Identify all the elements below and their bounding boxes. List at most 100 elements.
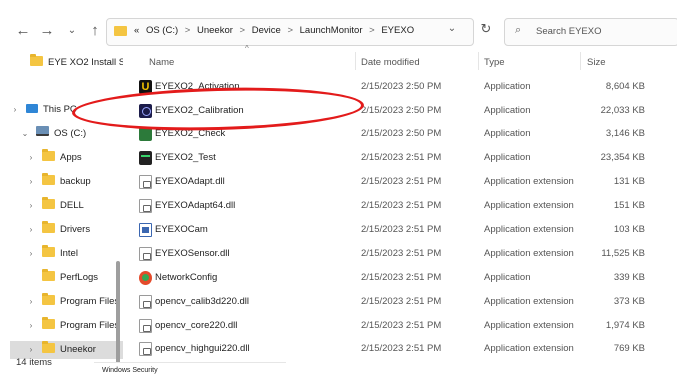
file-row[interactable]: EYEXOSensor.dll 2/15/2023 2:51 PM Applic… <box>123 243 677 266</box>
column-header-date[interactable]: Date modified <box>361 57 420 68</box>
file-row[interactable]: opencv_core220.dll 2/15/2023 2:51 PM App… <box>123 315 677 338</box>
file-date: 2/15/2023 2:51 PM <box>361 176 442 187</box>
column-header-type[interactable]: Type <box>484 57 505 68</box>
file-date: 2/15/2023 2:51 PM <box>361 343 442 354</box>
taskbar-label[interactable]: Windows Security <box>102 367 158 374</box>
file-date: 2/15/2023 2:50 PM <box>361 128 442 139</box>
nav-item-label: Program Files <box>60 296 120 307</box>
breadcrumb-separator: > <box>239 25 246 36</box>
file-date: 2/15/2023 2:50 PM <box>361 105 442 116</box>
file-size: 103 KB <box>613 224 645 235</box>
file-row[interactable]: opencv_highgui220.dll 2/15/2023 2:51 PM … <box>123 338 677 361</box>
folder-icon <box>42 173 55 185</box>
file-name: EYEXO2_Test <box>155 152 216 163</box>
dll-file-icon <box>139 199 152 213</box>
breadcrumb-os-c[interactable]: OS (C:) <box>146 25 178 36</box>
chevron-right-icon[interactable]: › <box>26 173 36 191</box>
chevron-right-icon[interactable]: › <box>26 197 36 215</box>
column-header-size[interactable]: Size <box>587 57 605 68</box>
nav-item-perflogs[interactable]: PerfLogs <box>42 269 98 287</box>
breadcrumb-separator: > <box>184 25 191 36</box>
folder-icon <box>42 317 55 329</box>
nav-item-backup[interactable]: › backup <box>26 173 91 191</box>
file-date: 2/15/2023 2:51 PM <box>361 248 442 259</box>
address-bar[interactable]: « OS (C:) > Uneekor > Device > LaunchMon… <box>106 18 474 46</box>
nav-item-label: Program Files <box>60 320 120 331</box>
nav-item-intel[interactable]: › Intel <box>26 245 78 263</box>
nav-item-label: DELL <box>60 200 84 211</box>
file-size: 373 KB <box>613 296 645 307</box>
dll-file-icon <box>139 295 152 309</box>
nav-item-label: Drivers <box>60 224 91 235</box>
quick-access-item[interactable]: EYE XO2 Install S <box>30 54 123 72</box>
recent-locations-chevron-icon[interactable]: ⌄ <box>63 22 81 40</box>
file-date: 2/15/2023 2:51 PM <box>361 272 442 283</box>
file-row[interactable]: NetworkConfig 2/15/2023 2:51 PM Applicat… <box>123 267 677 290</box>
file-name: EYEXOAdapt64.dll <box>155 200 236 211</box>
column-divider[interactable] <box>355 52 356 70</box>
file-date: 2/15/2023 2:51 PM <box>361 152 442 163</box>
computer-icon <box>26 104 38 113</box>
file-row[interactable]: EYEXOCam 2/15/2023 2:51 PM Application e… <box>123 219 677 242</box>
file-date: 2/15/2023 2:50 PM <box>361 81 442 92</box>
chevron-right-icon[interactable]: › <box>26 149 36 167</box>
file-size: 8,604 KB <box>605 81 645 92</box>
file-size: 23,354 KB <box>600 152 645 163</box>
file-size: 151 KB <box>613 200 645 211</box>
dll-file-icon <box>139 342 152 356</box>
camera-file-icon <box>139 223 152 237</box>
breadcrumb-eyexo[interactable]: EYEXO <box>381 25 414 36</box>
breadcrumb-launchmonitor[interactable]: LaunchMonitor <box>300 25 363 36</box>
file-row[interactable]: EYEXO2_Test 2/15/2023 2:51 PM Applicatio… <box>123 147 677 170</box>
chevron-down-icon[interactable]: ⌄ <box>20 125 30 143</box>
nav-item-label: OS (C:) <box>54 128 87 139</box>
nav-item-this-pc[interactable]: › This PC <box>10 101 77 119</box>
search-box[interactable]: ⌕ Search EYEXO <box>504 18 677 46</box>
column-divider[interactable] <box>580 52 581 70</box>
search-input[interactable]: Search EYEXO <box>536 26 601 37</box>
breadcrumb-uneekor[interactable]: Uneekor <box>197 25 233 36</box>
up-arrow-icon[interactable]: ↑ <box>86 22 104 40</box>
folder-icon <box>42 269 55 281</box>
refresh-icon[interactable]: ↻ <box>478 20 494 38</box>
chevron-right-icon[interactable]: › <box>26 293 36 311</box>
nav-item-apps[interactable]: › Apps <box>26 149 82 167</box>
file-date: 2/15/2023 2:51 PM <box>361 296 442 307</box>
file-name: EYEXOCam <box>155 224 208 235</box>
file-size: 3,146 KB <box>605 128 645 139</box>
chevron-right-icon[interactable]: › <box>10 101 20 119</box>
column-divider[interactable] <box>478 52 479 70</box>
nav-item-dell[interactable]: › DELL <box>26 197 84 215</box>
column-header-name[interactable]: Name <box>149 57 174 68</box>
breadcrumb-device[interactable]: Device <box>252 25 281 36</box>
chevron-right-icon[interactable]: › <box>26 245 36 263</box>
nav-item-program-files[interactable]: › Program Files <box>26 293 119 311</box>
nav-item-drivers[interactable]: › Drivers <box>26 221 90 239</box>
nav-item-label: Apps <box>60 152 82 163</box>
file-row[interactable]: EYEXOAdapt.dll 2/15/2023 2:51 PM Applica… <box>123 171 677 194</box>
nav-item-os-c[interactable]: ⌄ OS (C:) <box>20 125 86 143</box>
folder-icon <box>42 245 55 257</box>
file-type: Application extension <box>484 200 574 211</box>
folder-icon <box>42 221 55 233</box>
file-size: 1,974 KB <box>605 320 645 331</box>
folder-icon <box>114 26 127 36</box>
folder-icon <box>42 341 55 353</box>
file-type: Application extension <box>484 343 574 354</box>
file-name: EYEXOAdapt.dll <box>155 176 225 187</box>
file-type: Application <box>484 272 531 283</box>
file-name: EYEXOSensor.dll <box>155 248 230 259</box>
nav-item-program-files-x86[interactable]: › Program Files <box>26 317 119 335</box>
sort-caret-icon: ^ <box>245 44 249 53</box>
address-dropdown-icon[interactable]: ⌄ <box>444 20 460 38</box>
breadcrumb-overflow[interactable]: « <box>134 25 139 36</box>
file-type: Application extension <box>484 320 574 331</box>
file-row[interactable]: opencv_calib3d220.dll 2/15/2023 2:51 PM … <box>123 291 677 314</box>
back-arrow-icon[interactable]: ← <box>14 22 32 40</box>
chevron-right-icon[interactable]: › <box>26 317 36 335</box>
dll-file-icon <box>139 247 152 261</box>
navigation-pane: EYE XO2 Install S › This PC ⌄ OS (C:) › App… <box>0 46 123 381</box>
forward-arrow-icon[interactable]: → <box>38 22 56 40</box>
file-row[interactable]: EYEXOAdapt64.dll 2/15/2023 2:51 PM Appli… <box>123 195 677 218</box>
chevron-right-icon[interactable]: › <box>26 221 36 239</box>
